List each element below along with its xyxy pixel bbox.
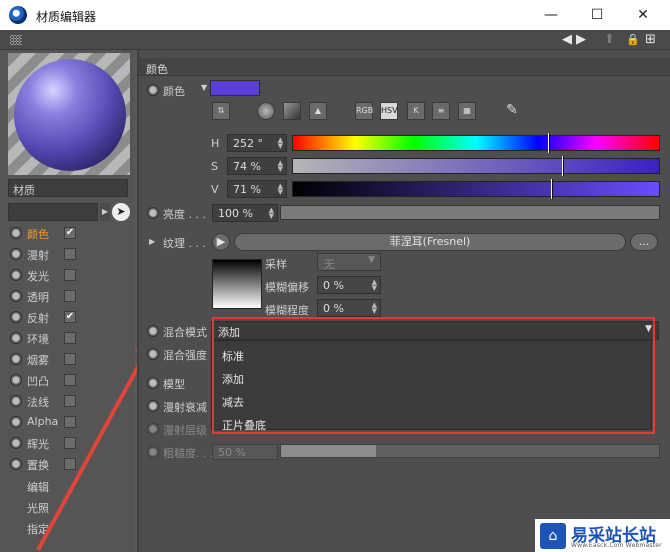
brightness-input[interactable]: 100 % ▲ ▼ bbox=[212, 204, 278, 222]
saturation-input[interactable]: 74 % ▲ ▼ bbox=[227, 157, 287, 175]
eyedropper-icon[interactable]: ✎ bbox=[503, 102, 521, 120]
rgb-mode-button[interactable]: RGB bbox=[355, 102, 373, 120]
brightness-value: 100 % bbox=[218, 207, 253, 220]
value-input[interactable]: 71 % ▲ ▼ bbox=[227, 180, 287, 198]
diffuse-level-label: 漫射层级 bbox=[163, 424, 207, 437]
diffuse-level-radio[interactable] bbox=[147, 423, 159, 435]
blend-mode-radio[interactable] bbox=[147, 325, 159, 337]
blend-option-subtract[interactable]: 减去 bbox=[222, 394, 244, 410]
blend-option-normal[interactable]: 标准 bbox=[222, 348, 244, 364]
roughness-value: 50 % bbox=[218, 446, 246, 459]
roughness-input[interactable]: 50 % bbox=[212, 444, 278, 460]
model-radio[interactable] bbox=[147, 377, 159, 389]
sampling-select[interactable]: 无 ▼ bbox=[317, 253, 381, 271]
roughness-fill bbox=[281, 445, 376, 457]
blend-mode-dropdown: 标准 添加 减去 正片叠底 bbox=[211, 340, 652, 433]
saturation-stepper-icon[interactable]: ▲ ▼ bbox=[278, 160, 283, 173]
texture-preview[interactable] bbox=[212, 259, 262, 309]
diffuse-falloff-radio[interactable] bbox=[147, 400, 159, 412]
brightness-radio[interactable] bbox=[147, 207, 159, 219]
blur-offset-label: 模糊偏移 bbox=[265, 281, 309, 294]
color-radio[interactable] bbox=[147, 84, 159, 96]
saturation-marker[interactable] bbox=[562, 156, 565, 176]
swatches-icon[interactable]: ▦ bbox=[458, 102, 476, 120]
blend-strength-radio[interactable] bbox=[147, 348, 159, 360]
value-marker[interactable] bbox=[551, 179, 554, 199]
value-slider[interactable] bbox=[292, 179, 660, 199]
hue-marker[interactable] bbox=[547, 133, 550, 153]
site-watermark: ⌂ 易采站长站 Www.Easck.Com Webmaster bbox=[535, 519, 670, 552]
saturation-value: 74 % bbox=[233, 160, 261, 173]
hue-slider[interactable] bbox=[292, 133, 660, 153]
blur-level-input[interactable]: 0 % ▲ ▼ bbox=[317, 299, 381, 317]
blur-offset-stepper-icon[interactable]: ▲ ▼ bbox=[372, 279, 377, 292]
saturation-label: S bbox=[211, 160, 218, 173]
image-picker-icon[interactable]: ▲ bbox=[309, 102, 327, 120]
blend-mode-label: 混合模式 bbox=[163, 326, 207, 339]
brightness-stepper-icon[interactable]: ▲ ▼ bbox=[269, 207, 274, 220]
blend-strength-label: 混合强度 bbox=[163, 349, 207, 362]
model-label: 模型 bbox=[163, 378, 185, 391]
brightness-slider[interactable] bbox=[280, 205, 660, 220]
texture-label: 纹理 . . . bbox=[163, 237, 206, 250]
value-label: V bbox=[211, 183, 219, 196]
site-logo-icon: ⌂ bbox=[540, 523, 566, 549]
value-value: 71 % bbox=[233, 183, 261, 196]
blend-option-add[interactable]: 添加 bbox=[222, 371, 244, 387]
sampling-label: 采样 bbox=[265, 258, 287, 271]
blur-offset-value: 0 % bbox=[323, 279, 344, 292]
hue-label: H bbox=[211, 137, 220, 150]
spectrum-icon[interactable] bbox=[283, 102, 301, 120]
blur-level-label: 模糊程度 bbox=[265, 304, 309, 317]
sampling-value: 无 bbox=[324, 258, 335, 271]
blur-offset-input[interactable]: 0 % ▲ ▼ bbox=[317, 276, 381, 294]
kelvin-mode-button[interactable]: K bbox=[407, 102, 425, 120]
watermark-subtitle: Www.Easck.Com Webmaster bbox=[571, 542, 662, 549]
hue-stepper-icon[interactable]: ▲ ▼ bbox=[278, 137, 283, 150]
color-expand-icon[interactable]: ▼ bbox=[201, 83, 207, 92]
texture-menu-button[interactable]: ▶ bbox=[212, 233, 230, 251]
texture-expand-icon[interactable]: ▶ bbox=[149, 237, 155, 246]
texture-shader-button[interactable]: 菲涅耳(Fresnel) bbox=[234, 233, 626, 251]
texture-more-button[interactable]: ... bbox=[630, 233, 658, 251]
blend-option-multiply[interactable]: 正片叠底 bbox=[222, 417, 266, 433]
chevron-down-icon: ▼ bbox=[368, 255, 375, 265]
blend-mode-value: 添加 bbox=[218, 326, 240, 339]
mixer-icon[interactable]: ≡ bbox=[432, 102, 450, 120]
hsv-mode-button[interactable]: HSV bbox=[380, 102, 398, 120]
brightness-label: 亮度 . . . bbox=[163, 208, 206, 221]
eyedropper-mode-icon[interactable]: ⇅ bbox=[212, 102, 230, 120]
blend-mode-select[interactable]: 添加 ▼ bbox=[211, 321, 659, 340]
attribute-panel: 颜色 颜色 ▼ ⇅ ▲ RGB HSV K ≡ ▦ ✎ H 252 ° ▲ ▼ S … bbox=[137, 50, 670, 552]
color-swatch[interactable] bbox=[210, 80, 260, 96]
hue-value: 252 ° bbox=[233, 137, 263, 150]
color-label: 颜色 bbox=[163, 85, 185, 98]
chevron-down-icon: ▼ bbox=[645, 324, 652, 334]
blur-level-stepper-icon[interactable]: ▲ ▼ bbox=[372, 302, 377, 315]
color-wheel-icon[interactable] bbox=[257, 102, 275, 120]
diffuse-falloff-label: 漫射衰减 bbox=[163, 401, 207, 414]
section-header: 颜色 bbox=[139, 58, 670, 76]
roughness-label: 粗糙度. . . bbox=[163, 447, 214, 460]
saturation-slider[interactable] bbox=[292, 156, 660, 176]
roughness-slider[interactable] bbox=[280, 444, 660, 458]
roughness-radio[interactable] bbox=[147, 446, 159, 458]
hue-input[interactable]: 252 ° ▲ ▼ bbox=[227, 134, 287, 152]
value-stepper-icon[interactable]: ▲ ▼ bbox=[278, 183, 283, 196]
blur-level-value: 0 % bbox=[323, 302, 344, 315]
